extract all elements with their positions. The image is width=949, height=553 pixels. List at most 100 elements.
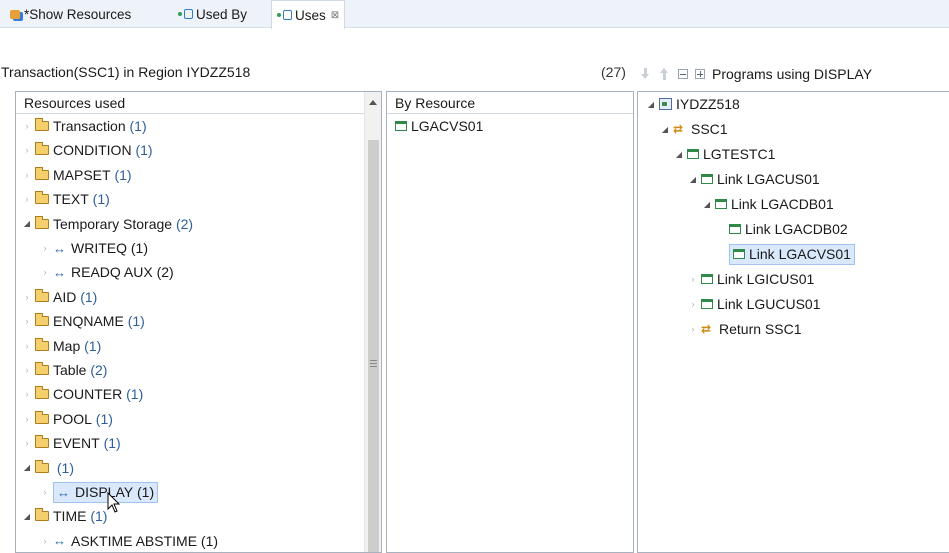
tab-used-by[interactable]: Used By (178, 0, 247, 28)
folder-open-icon (35, 459, 49, 473)
program-tree-row[interactable]: ◢ ⇄ SSC1 (660, 118, 728, 140)
program-icon (715, 199, 727, 209)
program-icon (701, 299, 713, 309)
expanded-twistie-icon[interactable]: ◢ (646, 100, 656, 109)
expanded-twistie-icon[interactable]: ◢ (660, 125, 670, 134)
program-tree-row[interactable]: ◢ LGTESTC1 (674, 143, 775, 165)
tree-item-label: EVENT (53, 435, 100, 452)
close-tab-icon[interactable]: ⊠ (331, 10, 339, 21)
tree-item-row[interactable]: › ↔ DISPLAY (1) (40, 481, 159, 503)
selected-item[interactable]: ↔ DISPLAY (1) (53, 481, 159, 503)
expanded-twistie-icon[interactable]: ◢ (22, 512, 32, 521)
collapsed-twistie-icon[interactable]: › (22, 292, 32, 302)
resources-used-header: Resources used (16, 92, 381, 114)
expand-all-icon[interactable] (695, 69, 705, 79)
tree-item-count: (1) (90, 508, 108, 525)
program-tree-row[interactable]: › ⇄ Return SSC1 (688, 318, 802, 340)
transaction-icon: ⇄ (673, 122, 684, 136)
collapsed-twistie-icon[interactable]: › (40, 487, 50, 497)
expanded-twistie-icon[interactable]: ◢ (674, 150, 684, 159)
program-tree-row[interactable]: ◢ Link LGACDB01 (702, 193, 834, 215)
scrollbar-thumb[interactable] (368, 140, 379, 552)
list-item[interactable]: LGACVS01 (395, 115, 483, 137)
collapsed-twistie-icon[interactable]: › (22, 389, 32, 399)
tab-used-by-label: Used By (196, 6, 248, 22)
tree-folder-row[interactable]: › EVENT (1) (22, 432, 121, 454)
program-tree-row[interactable]: › Link LGICUS01 (688, 268, 815, 290)
tree-item-count: (1) (200, 532, 219, 549)
tree-item-row[interactable]: › ↔ ASKTIME ABSTIME (1) (40, 530, 219, 552)
tree-item-count: (1) (114, 166, 132, 183)
tree-folder-row[interactable]: › Map (1) (22, 335, 101, 357)
collapsed-twistie-icon[interactable]: › (22, 316, 32, 326)
tree-folder-row[interactable]: › TEXT (1) (22, 188, 110, 210)
expanded-twistie-icon[interactable]: ◢ (702, 200, 712, 209)
tab-show-resources[interactable]: *Show Resources (10, 0, 131, 28)
tree-folder-row[interactable]: › POOL (1) (22, 408, 113, 430)
tree-item-row[interactable]: › ↔ READQ AUX (2) (40, 261, 174, 283)
resources-scrollbar[interactable] (364, 92, 381, 552)
program-tree-row[interactable]: › Link LGUCUS01 (688, 293, 821, 315)
tree-item-label: TEXT (53, 191, 89, 208)
tree-folder-row[interactable]: › COUNTER (1) (22, 383, 143, 405)
selected-item[interactable]: Link LGACVS01 (729, 243, 855, 265)
tree-item-count: (1) (130, 240, 149, 256)
program-tree-row[interactable]: ◢ Link LGACUS01 (688, 168, 820, 190)
folder-open-icon (35, 386, 49, 400)
collapsed-twistie-icon[interactable]: › (688, 324, 698, 334)
tree-item-count: (1) (126, 386, 144, 403)
collapsed-twistie-icon[interactable]: › (688, 299, 698, 309)
tree-item-label: ASKTIME ABSTIME (71, 532, 198, 549)
tree-item-label: Temporary Storage (53, 215, 173, 232)
tree-item-label: Table (53, 362, 87, 378)
program-tree-row[interactable]: Link LGACVS01 (716, 243, 855, 265)
collapsed-twistie-icon[interactable]: › (22, 365, 32, 375)
collapsed-twistie-icon[interactable]: › (22, 170, 32, 180)
by-resource-item-label: LGACVS01 (411, 118, 484, 134)
collapsed-twistie-icon[interactable]: › (22, 341, 32, 351)
folder-open-icon (35, 191, 49, 205)
collapsed-twistie-icon[interactable]: › (40, 243, 50, 253)
tree-item-count: (2) (156, 264, 174, 281)
resources-icon (10, 9, 20, 19)
collapsed-twistie-icon[interactable]: › (22, 194, 32, 204)
collapsed-twistie-icon[interactable]: › (22, 438, 32, 448)
tree-folder-row[interactable]: ◢ TIME (1) (22, 505, 107, 527)
tree-folder-row[interactable]: ◢ Temporary Storage (2) (22, 213, 193, 235)
collapsed-twistie-icon[interactable]: › (22, 145, 32, 155)
collapsed-twistie-icon[interactable]: › (40, 267, 50, 277)
collapsed-twistie-icon[interactable]: › (688, 274, 698, 284)
editor-tab-bar: *Show Resources Used By Uses ⊠ (0, 0, 949, 29)
tree-item-count: (1) (129, 118, 147, 134)
program-tree-row[interactable]: Link LGACDB02 (716, 218, 848, 240)
program-tree-row[interactable]: ◢ IYDZZ518 (646, 93, 740, 115)
tree-folder-row[interactable]: › MAPSET (1) (22, 164, 132, 186)
programs-toolbar: Programs using DISPLAY (640, 66, 872, 82)
move-down-icon[interactable] (640, 68, 652, 80)
tree-folder-row[interactable]: › ENQNAME (1) (22, 310, 145, 332)
tree-item-label: DISPLAY (75, 484, 134, 500)
collapsed-twistie-icon[interactable]: › (22, 414, 32, 424)
tree-folder-row[interactable]: › Table (2) (22, 359, 107, 381)
expanded-twistie-icon[interactable]: ◢ (22, 219, 32, 228)
tree-item-row[interactable]: › ↔ WRITEQ (1) (40, 237, 149, 259)
collapsed-twistie-icon[interactable]: › (22, 121, 32, 131)
collapsed-twistie-icon[interactable]: › (40, 536, 50, 546)
program-tree-label: Link LGACUS01 (717, 171, 820, 187)
tree-folder-row[interactable]: › AID (1) (22, 286, 97, 308)
tree-folder-row[interactable]: ◢ (1) (22, 457, 74, 479)
tab-uses[interactable]: Uses ⊠ (271, 0, 346, 29)
tree-folder-row[interactable]: › CONDITION (1) (22, 139, 153, 161)
tab-show-resources-label: *Show Resources (24, 6, 132, 22)
move-up-icon[interactable] (659, 68, 671, 80)
expanded-twistie-icon[interactable]: ◢ (688, 175, 698, 184)
program-icon (701, 174, 713, 184)
tree-item-count: (1) (95, 410, 113, 427)
scroll-up-icon[interactable] (369, 100, 377, 105)
tree-item-label: MAPSET (53, 166, 111, 183)
expanded-twistie-icon[interactable]: ◢ (22, 463, 32, 472)
tree-folder-row[interactable]: › Transaction (1) (22, 115, 147, 137)
tree-item-label: CONDITION (53, 142, 132, 159)
collapse-all-icon[interactable] (678, 69, 688, 79)
program-icon (701, 274, 713, 284)
